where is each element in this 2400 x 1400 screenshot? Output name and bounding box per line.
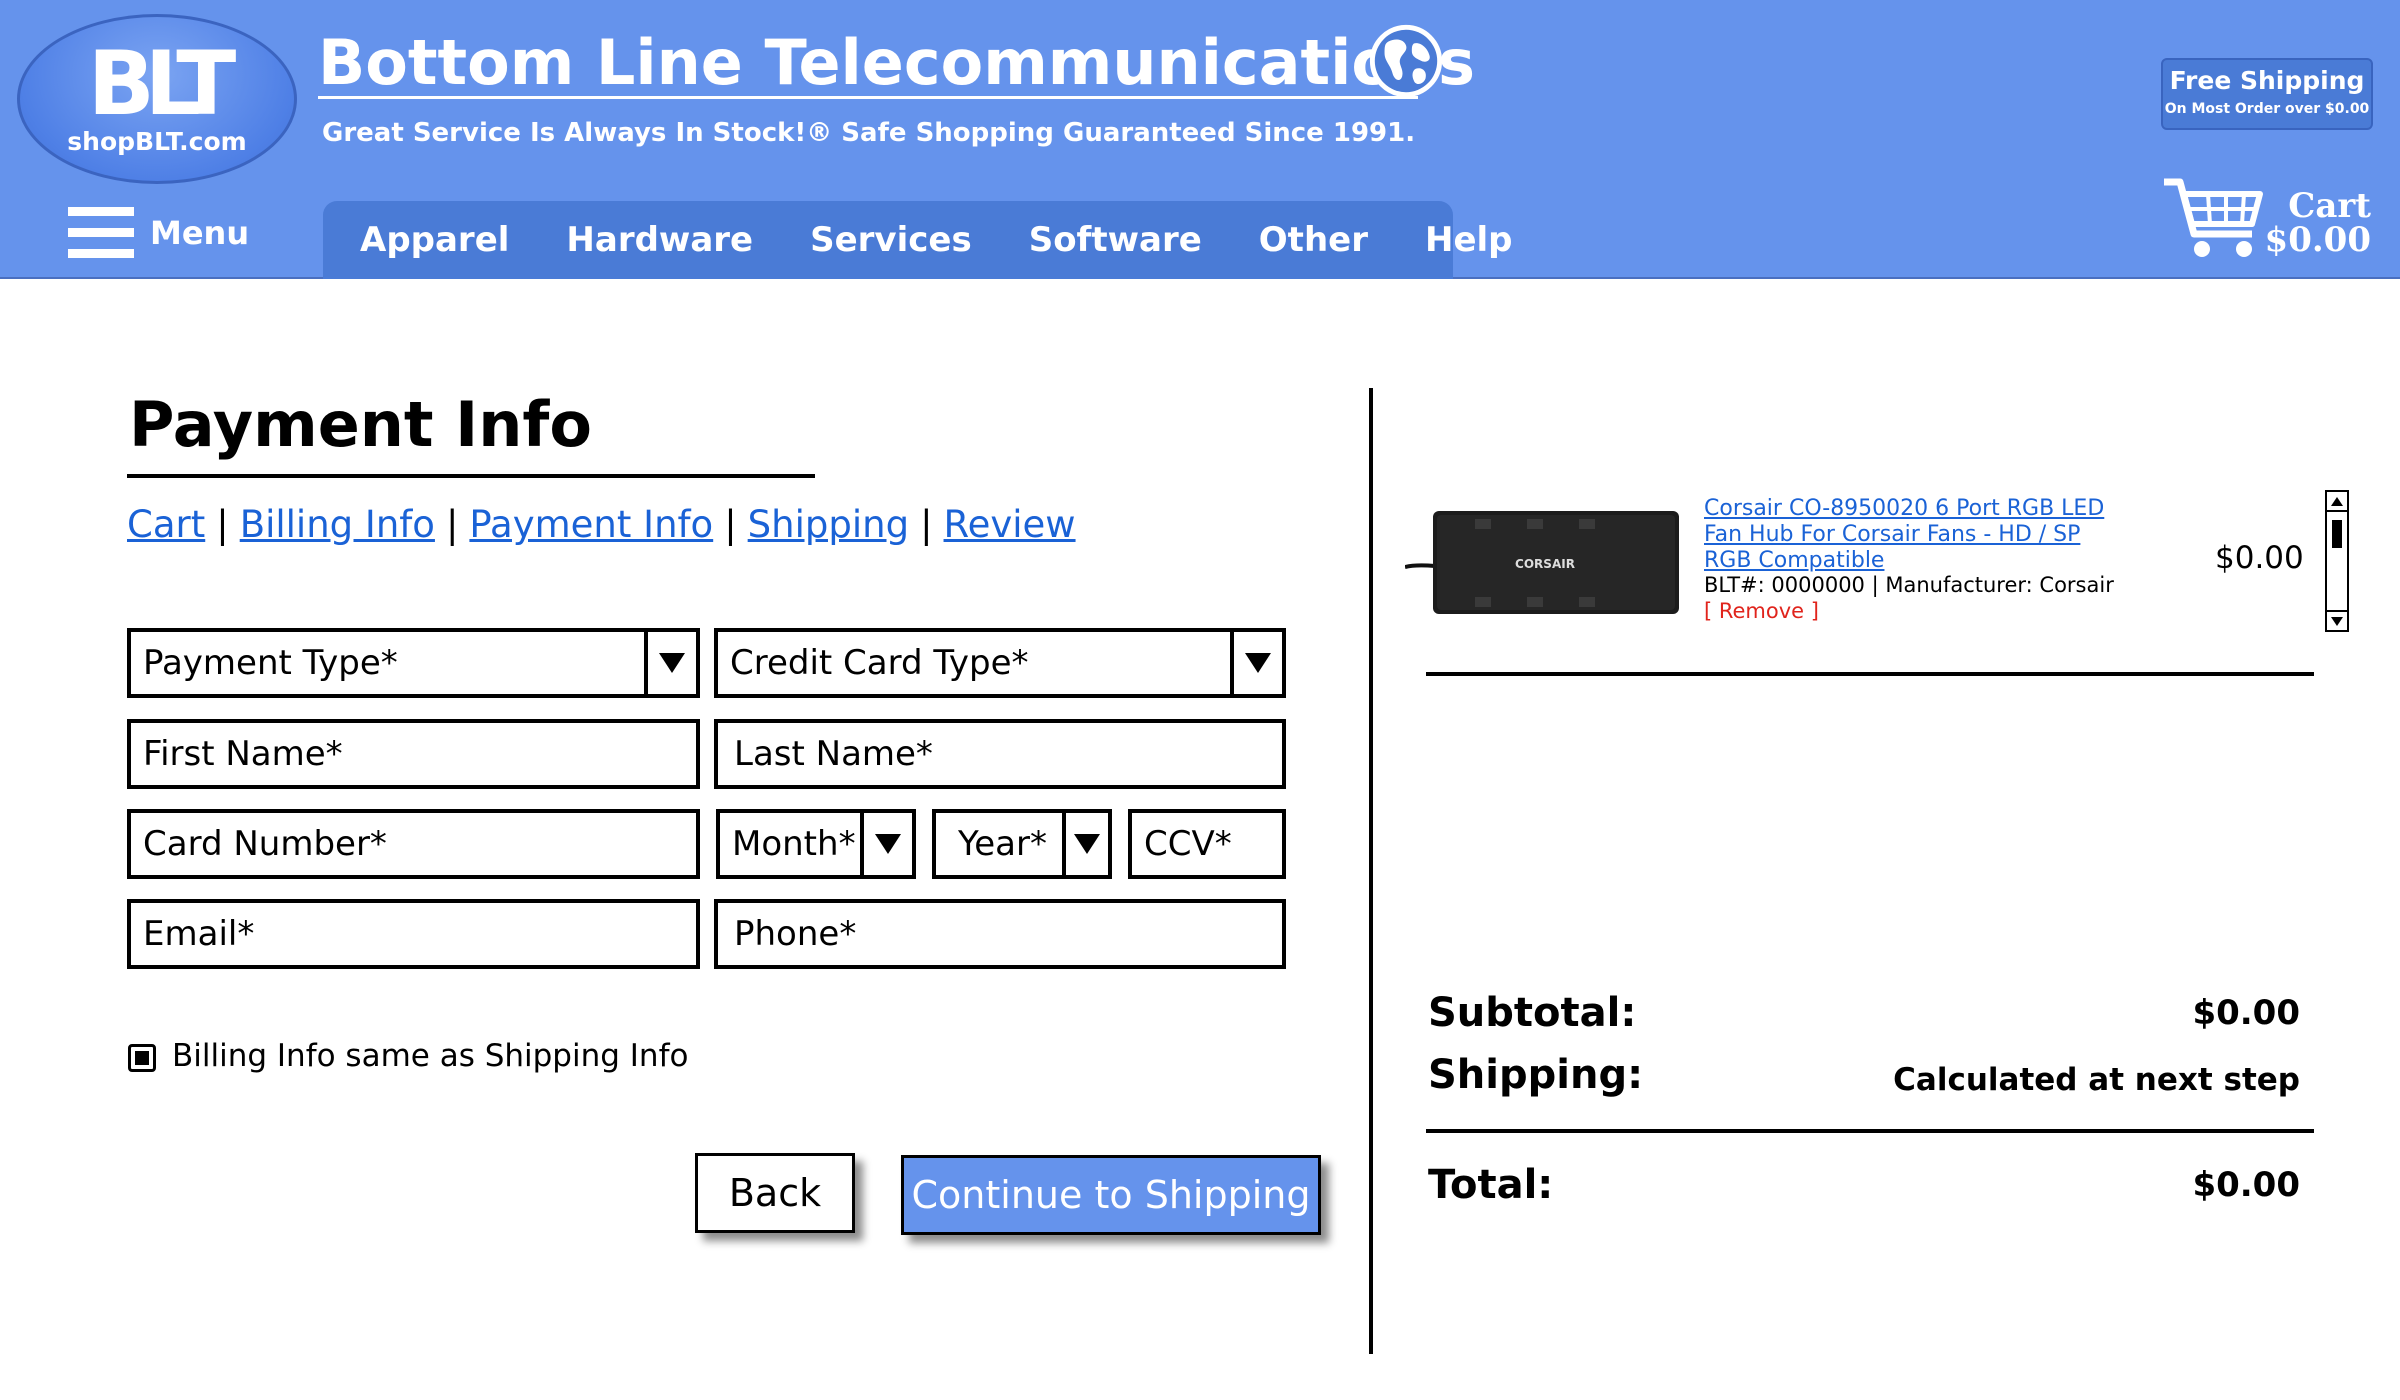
card-number-field[interactable]: Card Number*: [127, 809, 700, 879]
remove-item-link[interactable]: [ Remove ]: [1704, 599, 1819, 623]
nav-apparel[interactable]: Apparel: [360, 220, 509, 260]
step-payment-info[interactable]: Payment Info: [469, 503, 713, 546]
tagline: Great Service Is Always In Stock!® Safe …: [322, 118, 1416, 148]
total-value: $0.00: [2192, 1165, 2300, 1205]
scroll-down-arrow-icon[interactable]: [2327, 610, 2347, 630]
credit-card-type-value: Credit Card Type*: [730, 643, 1029, 683]
free-shipping-subtitle: On Most Order over $0.00: [2164, 101, 2370, 117]
step-cart[interactable]: Cart: [127, 503, 205, 546]
cart-total: $0.00: [2264, 220, 2371, 260]
payment-type-select[interactable]: Payment Type*: [127, 628, 700, 698]
continue-to-shipping-button[interactable]: Continue to Shipping: [901, 1155, 1321, 1235]
last-name-placeholder: Last Name*: [734, 734, 933, 774]
nav-software[interactable]: Software: [1029, 220, 1202, 260]
brand-title[interactable]: Bottom Line Telecommunications: [318, 24, 1475, 102]
nav-services[interactable]: Services: [810, 220, 972, 260]
product-image-brand: CORSAIR: [1515, 557, 1575, 571]
step-separator: |: [216, 503, 229, 546]
dropdown-arrow-icon: [1062, 813, 1108, 875]
shipping-label: Shipping:: [1428, 1052, 1644, 1098]
scroll-up-arrow-icon[interactable]: [2327, 492, 2347, 512]
nav-other[interactable]: Other: [1259, 220, 1368, 260]
credit-card-type-select[interactable]: Credit Card Type*: [714, 628, 1286, 698]
scrollbar-thumb[interactable]: [2332, 520, 2342, 548]
brand-underline: [318, 96, 1418, 99]
dropdown-arrow-icon: [860, 813, 912, 875]
total-label: Total:: [1428, 1162, 1554, 1208]
logo-site-name: shopBLT.com: [67, 127, 247, 156]
summary-divider: [1426, 672, 2314, 676]
last-name-field[interactable]: Last Name*: [714, 719, 1286, 789]
first-name-field[interactable]: First Name*: [127, 719, 700, 789]
page-title: Payment Info: [129, 388, 592, 461]
main-nav: Apparel Hardware Services Software Other…: [323, 201, 1513, 279]
subtotal-value: $0.00: [2192, 993, 2300, 1033]
back-button[interactable]: Back: [695, 1153, 855, 1233]
nav-hardware[interactable]: Hardware: [566, 220, 753, 260]
phone-field[interactable]: Phone*: [714, 899, 1286, 969]
checkout-breadcrumb: Cart | Billing Info | Payment Info | Shipping |…: [127, 503, 1076, 546]
site-logo[interactable]: BLT shopBLT.com: [17, 14, 297, 184]
summary-divider: [1426, 1129, 2314, 1133]
title-underline: [127, 474, 815, 478]
step-separator: |: [920, 503, 933, 546]
checkbox-check-mark: [135, 1051, 149, 1065]
cart-icon: [2164, 178, 2263, 257]
free-shipping-badge[interactable]: Free Shipping On Most Order over $0.00: [2161, 58, 2373, 130]
step-separator: |: [445, 503, 459, 546]
nav-help[interactable]: Help: [1425, 220, 1513, 260]
year-value: Year*: [958, 824, 1047, 864]
shipping-value: Calculated at next step: [1893, 1062, 2300, 1098]
billing-same-label[interactable]: Billing Info same as Shipping Info: [172, 1038, 688, 1074]
site-header: BLT shopBLT.com Bottom Line Telecommunic…: [0, 0, 2400, 279]
column-divider: [1369, 388, 1373, 1354]
billing-same-checkbox[interactable]: [128, 1044, 156, 1072]
logo-mark: BLT: [87, 32, 237, 135]
product-meta: BLT#: 0000000 | Manufacturer: Corsair: [1704, 573, 2114, 597]
email-placeholder: Email*: [143, 914, 255, 954]
step-separator: |: [724, 503, 737, 546]
ccv-field[interactable]: CCV*: [1128, 809, 1286, 879]
ccv-placeholder: CCV*: [1144, 824, 1232, 864]
dropdown-arrow-icon: [644, 632, 696, 694]
month-select[interactable]: Month*: [716, 809, 916, 879]
dropdown-arrow-icon: [1230, 632, 1282, 694]
month-value: Month*: [732, 824, 856, 864]
product-price: $0.00: [2215, 540, 2304, 576]
header-cart[interactable]: Cart $0.00: [2160, 172, 2375, 262]
menu-button[interactable]: Menu: [68, 205, 249, 261]
step-billing-info[interactable]: Billing Info: [240, 503, 435, 546]
menu-label: Menu: [150, 214, 250, 252]
first-name-placeholder: First Name*: [143, 734, 343, 774]
phone-placeholder: Phone*: [734, 914, 857, 954]
hamburger-icon: [68, 207, 134, 259]
product-image[interactable]: CORSAIR: [1405, 505, 1683, 620]
globe-icon: [1369, 24, 1443, 98]
product-name-link[interactable]: Corsair CO-8950020 6 Port RGB LED Fan Hu…: [1704, 496, 2124, 574]
year-select[interactable]: Year*: [932, 809, 1112, 879]
free-shipping-title: Free Shipping: [2169, 66, 2365, 95]
subtotal-label: Subtotal:: [1428, 990, 1637, 1036]
payment-type-value: Payment Type*: [143, 643, 398, 683]
email-field[interactable]: Email*: [127, 899, 700, 969]
step-review[interactable]: Review: [944, 503, 1076, 546]
order-items-scrollbar[interactable]: [2325, 490, 2349, 632]
card-number-placeholder: Card Number*: [143, 824, 387, 864]
step-shipping[interactable]: Shipping: [748, 503, 909, 546]
